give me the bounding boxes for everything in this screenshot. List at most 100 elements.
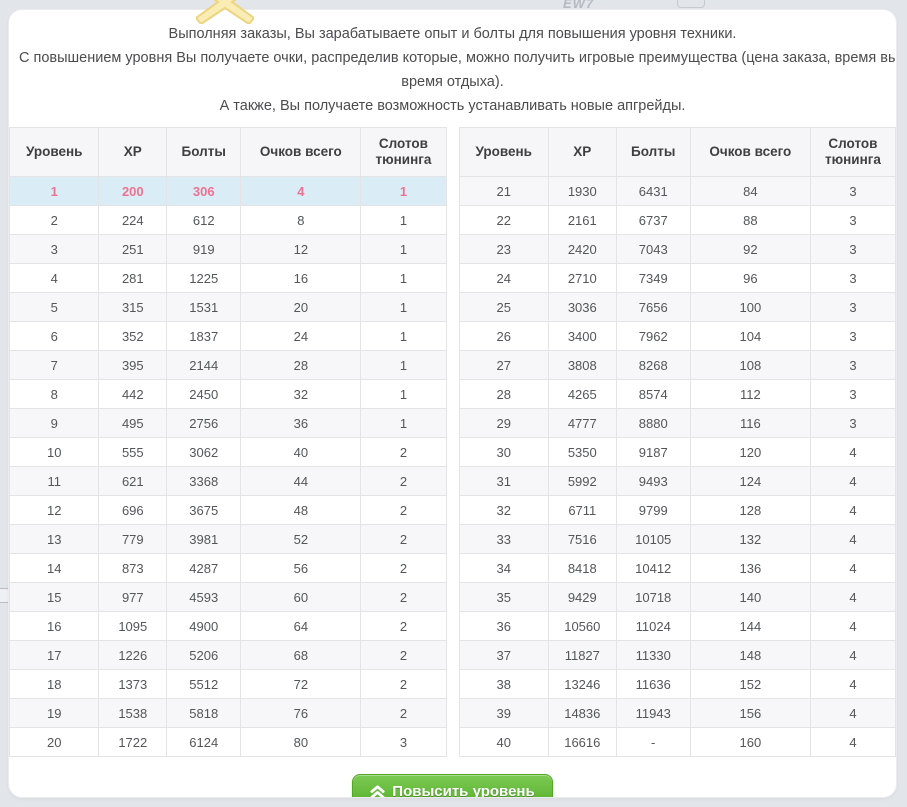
table-row: 94952756361 — [10, 409, 447, 438]
cell: 395 — [99, 351, 167, 380]
cell: 5 — [10, 293, 99, 322]
table-row: 63521837241 — [10, 322, 447, 351]
cell: 9799 — [616, 496, 690, 525]
cell: 2 — [361, 496, 446, 525]
cell: 919 — [167, 235, 241, 264]
cell: 4287 — [167, 554, 241, 583]
table-row: 4016616-1604 — [459, 728, 896, 757]
cell: 4 — [810, 641, 895, 670]
cell: 68 — [241, 641, 361, 670]
cell: 24 — [459, 264, 548, 293]
cell: 1930 — [548, 177, 616, 206]
cell: 24 — [241, 322, 361, 351]
cell: 39 — [459, 699, 548, 728]
cell: 9187 — [616, 438, 690, 467]
cell: 1 — [361, 235, 446, 264]
cell: 4 — [810, 438, 895, 467]
cell: 120 — [690, 438, 810, 467]
cell: 3 — [810, 235, 895, 264]
background-chip-decoration — [677, 0, 705, 8]
cell: 2 — [361, 554, 446, 583]
table-row: 84422450321 — [10, 380, 447, 409]
table-row: 348418104121364 — [459, 554, 896, 583]
cell: 3981 — [167, 525, 241, 554]
cell: 23 — [459, 235, 548, 264]
cell: 3 — [810, 293, 895, 322]
cell: 4 — [810, 467, 895, 496]
cell: 5350 — [548, 438, 616, 467]
cell: 1 — [361, 177, 446, 206]
cell: 12 — [241, 235, 361, 264]
table-row: 148734287562 — [10, 554, 447, 583]
cell: 3808 — [548, 351, 616, 380]
cell: 140 — [690, 583, 810, 612]
cell: 112 — [690, 380, 810, 409]
cell: 128 — [690, 496, 810, 525]
cell: 1 — [10, 177, 99, 206]
cell: 56 — [241, 554, 361, 583]
cell: 37 — [459, 641, 548, 670]
cell: 36 — [241, 409, 361, 438]
table-row: 159774593602 — [10, 583, 447, 612]
cell: 10560 — [548, 612, 616, 641]
table-row: 32671197991284 — [459, 496, 896, 525]
cell: 104 — [690, 322, 810, 351]
cell: 33 — [459, 525, 548, 554]
cell: 80 — [241, 728, 361, 757]
cell: 38 — [459, 670, 548, 699]
column-header: XP — [99, 128, 167, 177]
cell: 2 — [361, 699, 446, 728]
cell: 4 — [810, 554, 895, 583]
cell: 28 — [241, 351, 361, 380]
cell: 1 — [361, 206, 446, 235]
table-row: 2324207043923 — [459, 235, 896, 264]
cell: 2 — [10, 206, 99, 235]
intro-line: А также, Вы получаете возможность устана… — [19, 94, 886, 118]
cell: 2 — [361, 525, 446, 554]
cell: 32 — [459, 496, 548, 525]
cell: 779 — [99, 525, 167, 554]
cell: 13 — [10, 525, 99, 554]
table-row: 2119306431843 — [459, 177, 896, 206]
cell: 34 — [459, 554, 548, 583]
cell: 9429 — [548, 583, 616, 612]
cell: 3 — [10, 235, 99, 264]
cell: - — [616, 728, 690, 757]
level-up-button[interactable]: Повысить уровень — [352, 774, 552, 798]
cell: 10412 — [616, 554, 690, 583]
column-header: Уровень — [10, 128, 99, 177]
cell: 84 — [690, 177, 810, 206]
table-row: 2017226124803 — [10, 728, 447, 757]
cell: 7043 — [616, 235, 690, 264]
cell: 4777 — [548, 409, 616, 438]
cell: 612 — [167, 206, 241, 235]
cell: 3062 — [167, 438, 241, 467]
cell: 5818 — [167, 699, 241, 728]
cell: 3 — [810, 322, 895, 351]
cell: 18 — [10, 670, 99, 699]
cell: 977 — [99, 583, 167, 612]
cell: 11636 — [616, 670, 690, 699]
table-row: 1610954900642 — [10, 612, 447, 641]
table-row: 2427107349963 — [459, 264, 896, 293]
cell: 4593 — [167, 583, 241, 612]
cell: 4 — [810, 496, 895, 525]
cell: 36 — [459, 612, 548, 641]
cell: 40 — [241, 438, 361, 467]
intro-line: время отдыха). — [19, 70, 886, 94]
cell: 7962 — [616, 322, 690, 351]
cell: 200 — [99, 177, 167, 206]
cell: 2161 — [548, 206, 616, 235]
cell: 2 — [361, 612, 446, 641]
cell: 132 — [690, 525, 810, 554]
cell: 19 — [10, 699, 99, 728]
cell: 4 — [810, 583, 895, 612]
intro-line: С повышением уровня Вы получаете очки, р… — [19, 46, 886, 70]
cell: 64 — [241, 612, 361, 641]
table-row: 30535091871204 — [459, 438, 896, 467]
cell: 22 — [459, 206, 548, 235]
double-chevron-up-icon — [370, 785, 385, 799]
cell: 873 — [99, 554, 167, 583]
cell: 31 — [459, 467, 548, 496]
cell: 88 — [690, 206, 810, 235]
